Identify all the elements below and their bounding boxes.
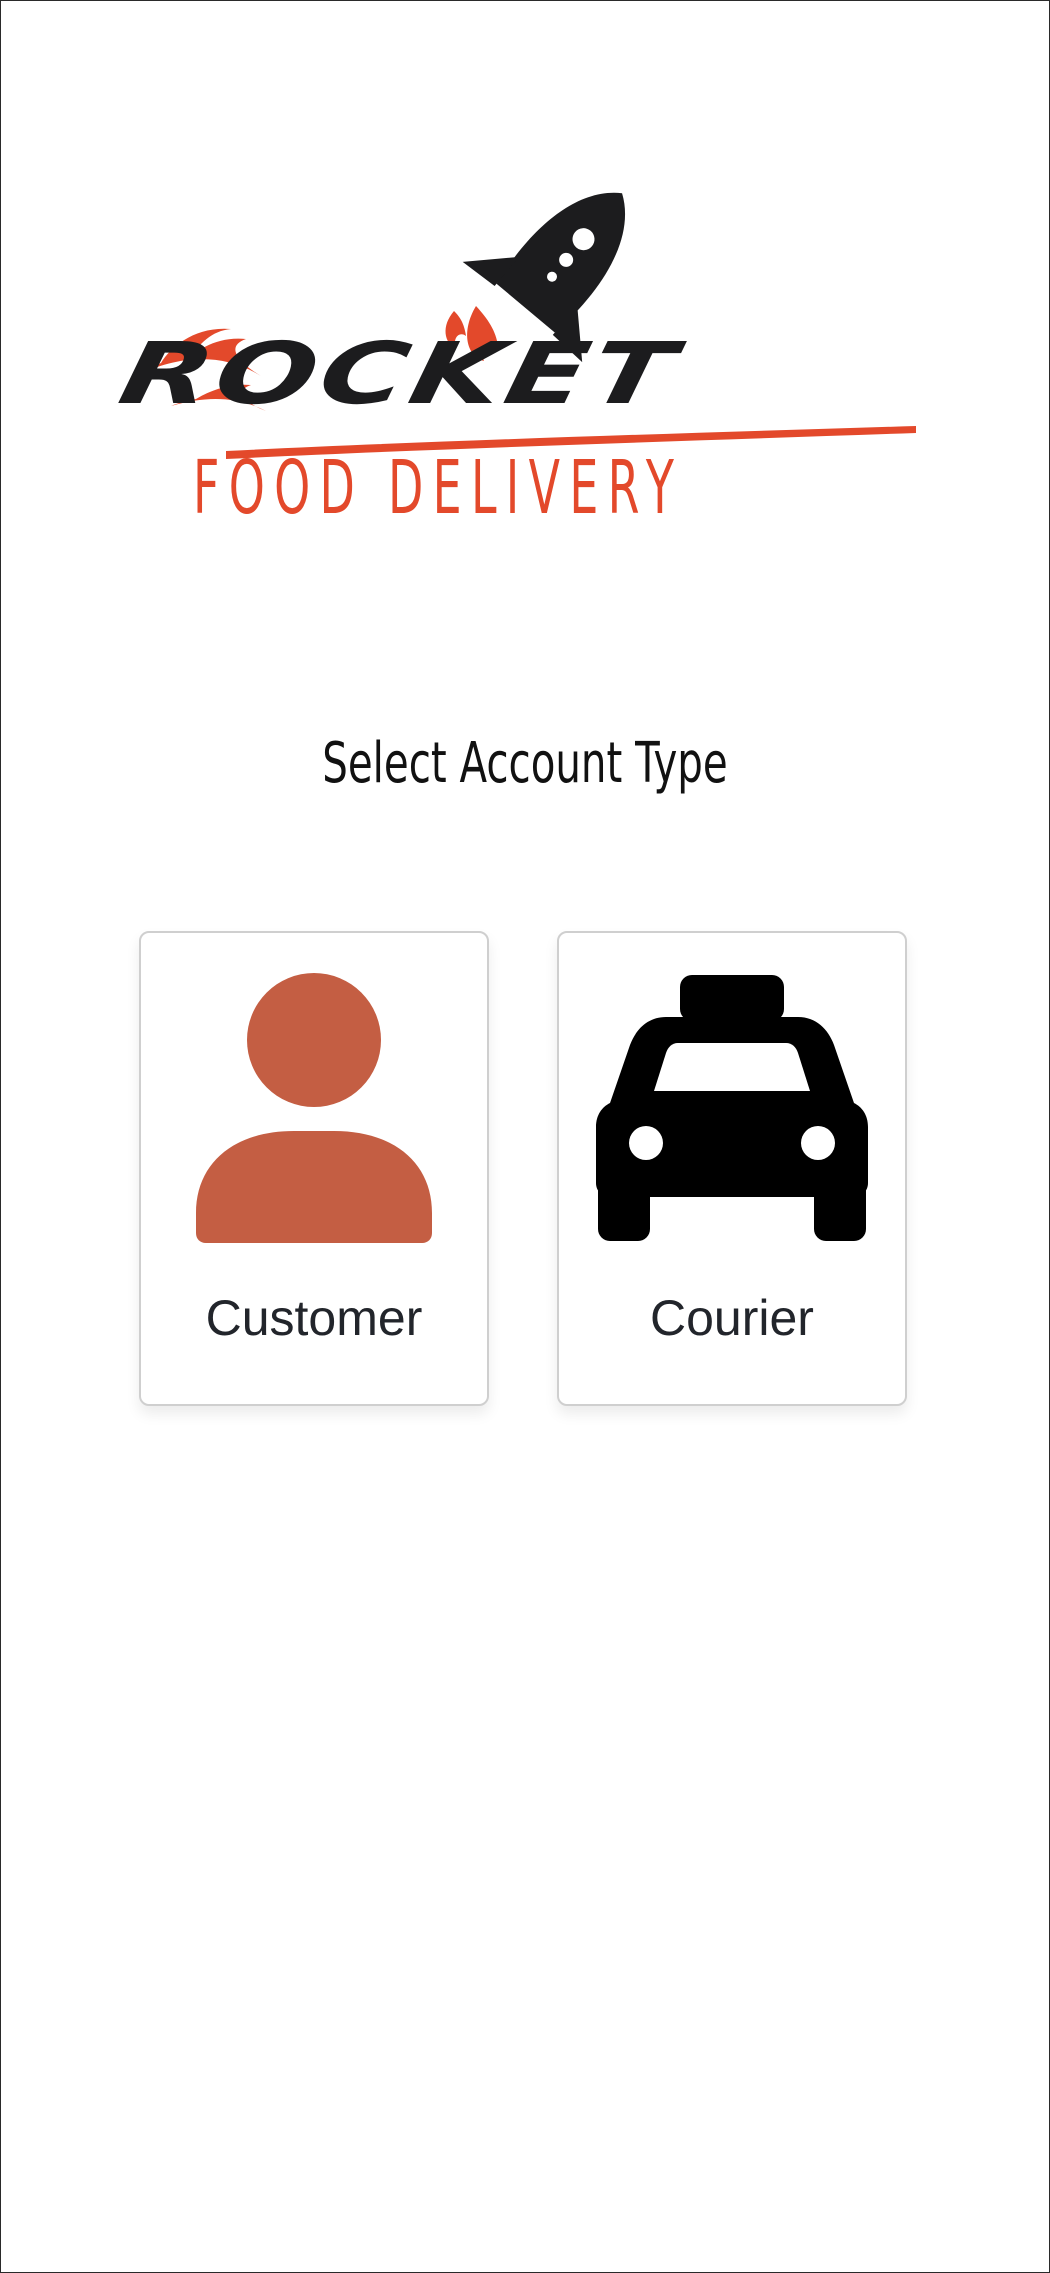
customer-account-button[interactable]: Customer xyxy=(139,931,489,1406)
app-screen: ROCKET FOOD DELIVERY Select Account Type… xyxy=(0,0,1050,2273)
courier-account-button[interactable]: Courier xyxy=(557,931,907,1406)
logo-wordmark: ROCKET xyxy=(111,323,687,424)
taxi-icon xyxy=(596,975,868,1241)
logo-tagline: FOOD DELIVERY xyxy=(193,445,684,531)
page-title: Select Account Type xyxy=(322,731,728,796)
customer-label: Customer xyxy=(205,1290,423,1346)
courier-label: Courier xyxy=(650,1290,814,1346)
person-icon xyxy=(196,973,432,1243)
